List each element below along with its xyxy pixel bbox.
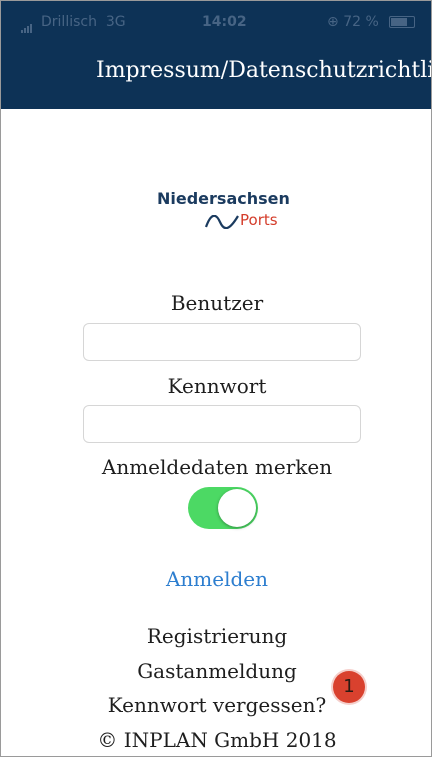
carrier-name: Drillisch [41, 14, 97, 30]
login-button[interactable]: Anmelden [1, 567, 431, 591]
remember-toggle[interactable] [188, 487, 258, 529]
logo-text-line1: Niedersachsen [157, 189, 290, 208]
rotation-lock-icon: ⊕ [327, 14, 339, 30]
wave-icon [205, 215, 239, 229]
annotation-badge: 1 [333, 671, 365, 703]
app-screen: Drillisch 3G 14:02 ⊕ 72 % Impressum/Date… [0, 0, 432, 757]
toggle-knob [218, 489, 256, 527]
forgot-password-link[interactable]: Kennwort vergessen? [1, 693, 431, 717]
battery-percent: 72 % [343, 14, 379, 30]
remember-label: Anmeldedaten merken [101, 455, 333, 479]
carrier-info: Drillisch 3G [21, 14, 126, 33]
status-bar: Drillisch 3G 14:02 ⊕ 72 % [1, 1, 431, 39]
register-link[interactable]: Registrierung [1, 624, 431, 648]
battery-icon [389, 16, 415, 28]
status-time: 14:02 [202, 14, 247, 30]
logo-text-line2: Ports [240, 211, 278, 229]
page-title[interactable]: Impressum/Datenschutzrichtlin [96, 58, 431, 83]
password-input[interactable] [83, 405, 361, 443]
battery-info: ⊕ 72 % [327, 14, 379, 30]
copyright-text: © INPLAN GmbH 2018 [97, 728, 337, 752]
company-logo: Niedersachsen Ports [157, 187, 297, 237]
username-label: Benutzer [170, 291, 264, 315]
header-bar: Drillisch 3G 14:02 ⊕ 72 % Impressum/Date… [1, 1, 431, 109]
network-type: 3G [105, 14, 126, 30]
guest-login-link[interactable]: Gastanmeldung [1, 659, 431, 683]
password-label: Kennwort [167, 374, 267, 398]
username-input[interactable] [83, 323, 361, 361]
signal-icon [21, 17, 37, 33]
